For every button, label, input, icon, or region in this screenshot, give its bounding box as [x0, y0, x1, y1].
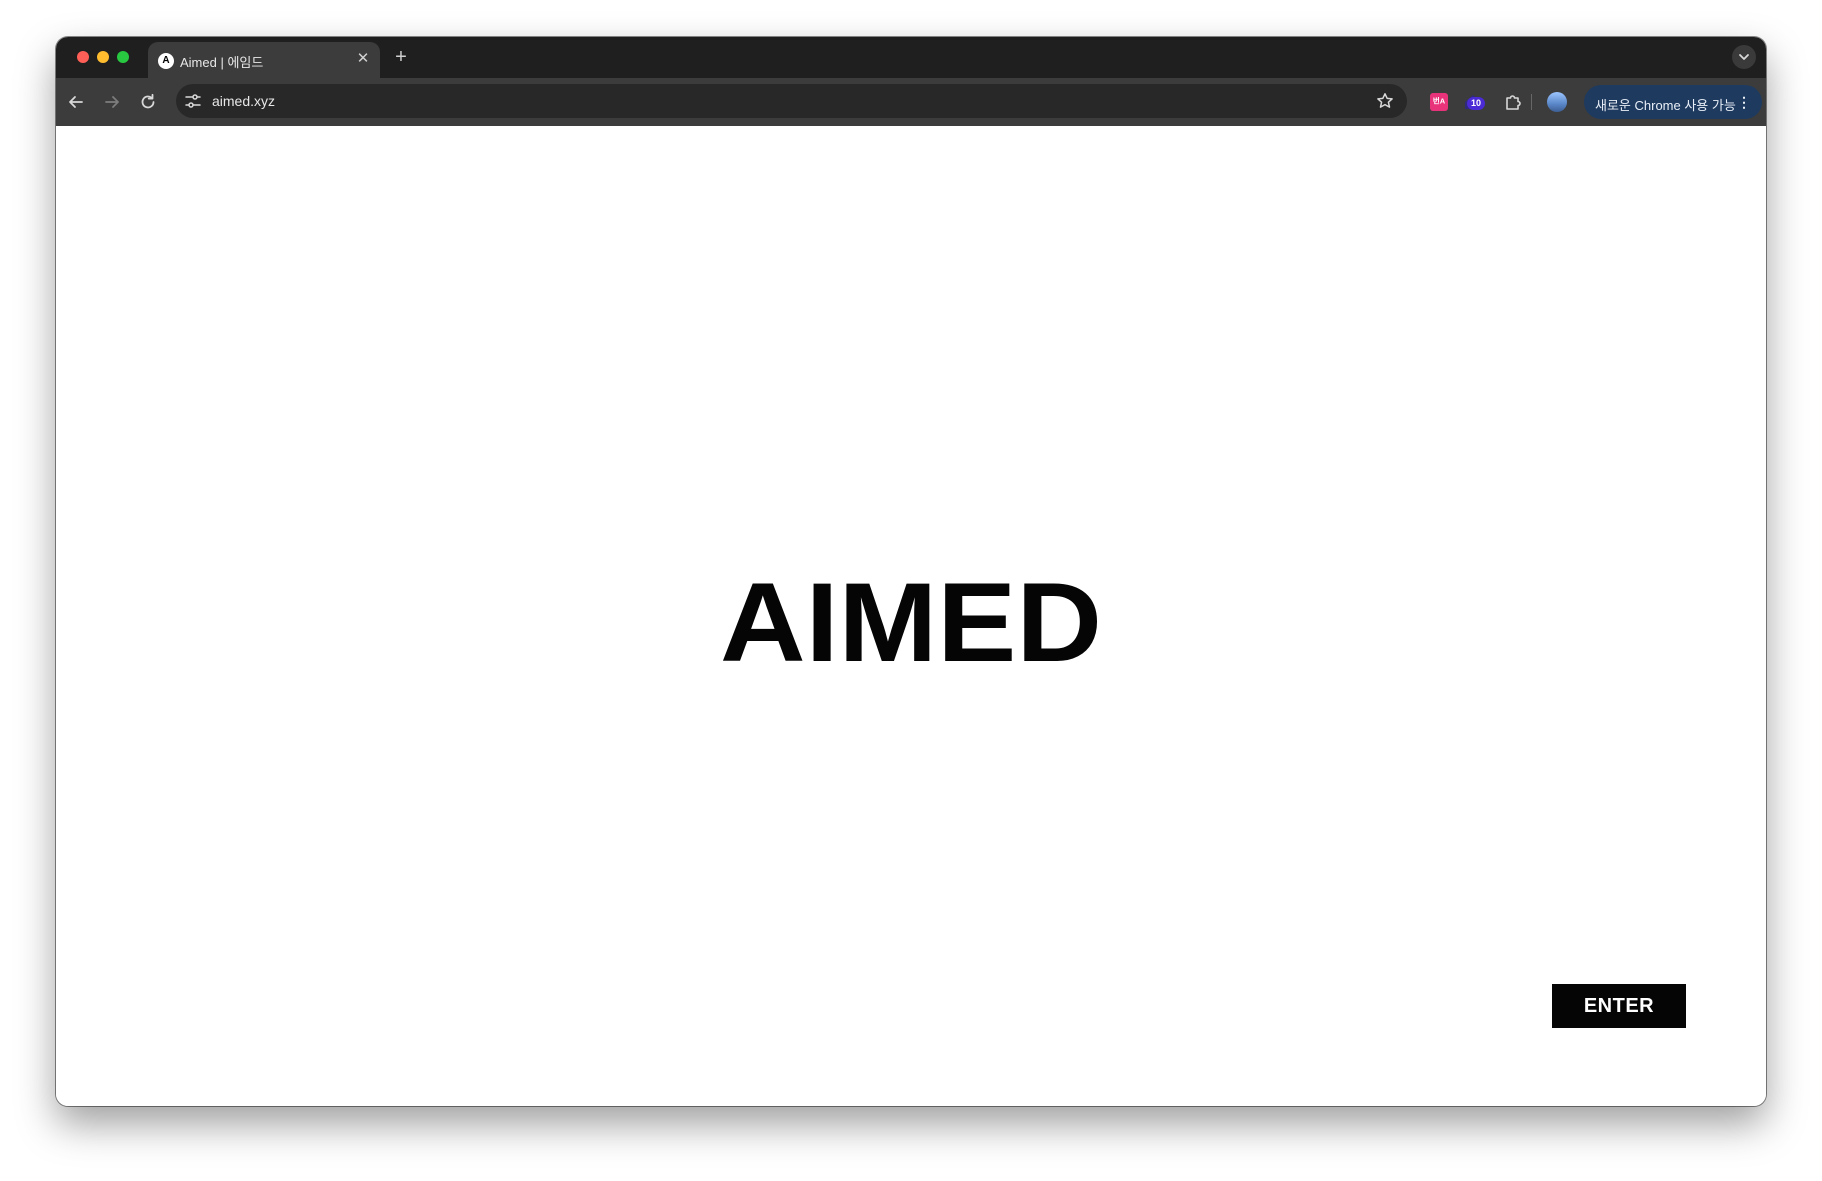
- tab-aimed[interactable]: A Aimed | 에임드 ✕: [148, 42, 380, 78]
- extensions-button[interactable]: [1501, 90, 1525, 114]
- kebab-menu-icon[interactable]: ⋮: [1737, 94, 1751, 110]
- logo-text: AIMED: [720, 573, 1102, 673]
- forward-arrow-icon: [105, 96, 119, 108]
- url-text[interactable]: aimed.xyz: [212, 93, 275, 109]
- enter-button[interactable]: ENTER: [1552, 984, 1686, 1028]
- minimize-window-button[interactable]: [97, 51, 109, 63]
- forward-button[interactable]: [100, 90, 124, 114]
- extensions-puzzle-icon: [1506, 95, 1521, 110]
- browser-window: A Aimed | 에임드 ✕ + aimed.xyz 번A 10 새로운 Ch…: [56, 37, 1766, 1106]
- reload-icon: [141, 93, 155, 109]
- counter-extension-button[interactable]: 10: [1461, 90, 1485, 114]
- site-settings-icon[interactable]: [184, 92, 202, 110]
- update-label: 새로운 Chrome 사용 가능: [1595, 98, 1736, 113]
- profile-avatar[interactable]: [1547, 92, 1567, 112]
- chrome-update-button[interactable]: 새로운 Chrome 사용 가능 ⋮: [1584, 85, 1762, 119]
- back-button[interactable]: [64, 90, 88, 114]
- new-tab-button[interactable]: +: [389, 45, 413, 69]
- site-favicon-icon: A: [158, 53, 174, 69]
- aimed-logo-wordmark: AIMED: [720, 573, 1102, 673]
- toolbar-divider: [1531, 94, 1532, 110]
- maximize-window-button[interactable]: [117, 51, 129, 63]
- aimed-logo: AIMED: [56, 573, 1766, 673]
- browser-toolbar: aimed.xyz 번A 10 새로운 Chrome 사용 가능 ⋮: [56, 78, 1766, 126]
- extension-badge: 10: [1467, 97, 1485, 110]
- address-bar[interactable]: aimed.xyz: [176, 84, 1407, 118]
- close-window-button[interactable]: [77, 51, 89, 63]
- chevron-down-icon: [1739, 54, 1749, 60]
- tab-search-button[interactable]: [1732, 45, 1756, 69]
- back-arrow-icon: [69, 96, 83, 108]
- bookmark-star-icon[interactable]: [1375, 91, 1395, 111]
- tab-strip: A Aimed | 에임드 ✕ +: [56, 37, 1766, 78]
- reload-button[interactable]: [136, 90, 160, 114]
- tab-title: Aimed | 에임드: [180, 55, 264, 70]
- translate-extension-icon[interactable]: 번A: [1430, 93, 1448, 111]
- page-content: AIMED ENTER: [56, 126, 1766, 1106]
- tab-close-icon[interactable]: ✕: [354, 50, 372, 68]
